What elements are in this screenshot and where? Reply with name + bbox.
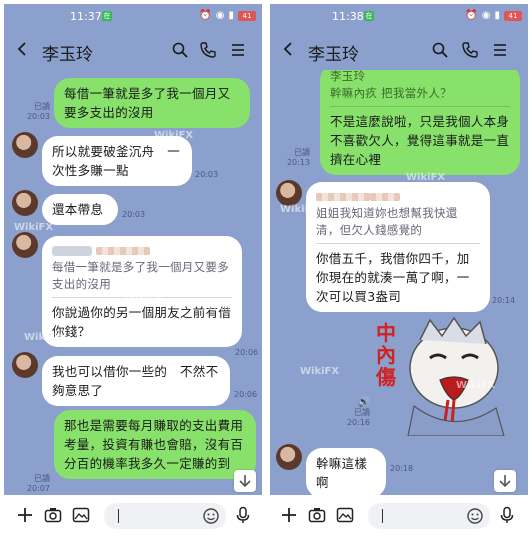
message-incoming-reply[interactable]: 姐姐我知道妳也想幫我快還清，但欠人錢感覺的 你借五千，我借你四千，加你現在的就湊…: [306, 182, 490, 312]
emoji-icon[interactable]: [202, 507, 220, 525]
search-icon[interactable]: [432, 42, 448, 58]
alarm-icon: ⏰: [465, 10, 478, 21]
message-input-bar: [4, 495, 262, 537]
watermark: WikiFX: [456, 380, 496, 391]
status-badge: 在: [102, 11, 112, 21]
image-icon[interactable]: [72, 506, 90, 524]
contact-name: 李玉玲: [308, 45, 359, 65]
avatar[interactable]: [276, 180, 302, 206]
scroll-down-button[interactable]: [234, 470, 256, 492]
alarm-icon: ⏰: [199, 10, 212, 21]
signal-icon: ▮: [228, 10, 234, 21]
status-bar: 11:37 在 ⏰ ◉ ▮ 41: [4, 4, 262, 30]
message-incoming[interactable]: 所以就要破釜沉舟 一次性多賺一點: [42, 136, 192, 186]
message-outgoing-reply[interactable]: 李玉玲 幹嘛內疚 把我當外人？ 不是這麼說啦，只是我個人本身不喜歡欠人，覺得這事就…: [320, 70, 520, 175]
status-badge: 在: [364, 11, 374, 21]
message-input[interactable]: [368, 503, 490, 529]
mic-icon[interactable]: [234, 506, 252, 524]
back-icon[interactable]: [282, 42, 296, 56]
chat-header: 李玉玲: [4, 30, 262, 70]
message-incoming[interactable]: 我也可以借你一些的 不然不夠意思了: [42, 356, 230, 406]
message-text: 你借五千，我借你四千，加你現在的就湊一萬了啊，一次可以買3盎司: [316, 251, 470, 304]
chat-screen-left: 11:37 在 ⏰ ◉ ▮ 41 李玉玲 已讀 20:03 每借一筆就是多了我一個…: [4, 4, 262, 537]
reply-quote: 每借一筆就是多了我一個月又要多支出的沒用: [52, 242, 232, 293]
sticker-image[interactable]: 中內傷: [364, 316, 514, 437]
message-time: 20:18: [390, 464, 414, 473]
message-outgoing[interactable]: 那也是需要每月賺取的支出費用考量，投資有賺也會賠，沒有百分百的機率我多久一定賺的…: [54, 410, 256, 479]
avatar[interactable]: [12, 232, 38, 258]
reply-divider: [316, 243, 480, 244]
message-input-bar: [270, 495, 528, 537]
status-indicators: ⏰ ◉ ▮ 41: [199, 10, 256, 21]
watermark: WikiFX: [14, 222, 54, 233]
message-incoming[interactable]: 幹嘛這樣啊: [306, 448, 386, 498]
watermark: WikiFX: [406, 172, 446, 183]
menu-icon[interactable]: [230, 42, 246, 58]
scroll-down-button[interactable]: [494, 470, 516, 492]
mic-icon[interactable]: [498, 506, 516, 524]
text-cursor: [382, 509, 383, 523]
message-time: 20:06: [235, 348, 259, 357]
sticker-text: 中內傷: [376, 321, 396, 389]
avatar[interactable]: [12, 132, 38, 158]
plus-icon[interactable]: [280, 506, 298, 524]
watermark: WikiFX: [202, 302, 242, 313]
scroll-down-icon: [239, 475, 251, 488]
avatar[interactable]: [12, 190, 38, 216]
search-icon[interactable]: [172, 42, 188, 58]
read-receipt: 已讀 20:07: [26, 474, 50, 493]
watermark: WikiFX: [280, 204, 320, 215]
watermark: WikiFX: [124, 292, 164, 303]
read-receipt: 已讀 20:13: [286, 148, 310, 167]
camera-icon[interactable]: [308, 506, 326, 524]
emoji-icon[interactable]: [466, 507, 484, 525]
watermark: WikiFX: [154, 130, 194, 141]
volume-icon: 🔊: [357, 397, 370, 408]
chat-header: 李玉玲: [270, 30, 528, 70]
image-icon[interactable]: [336, 506, 354, 524]
message-time: 20:14: [492, 296, 516, 305]
message-incoming[interactable]: 還本帶息: [42, 194, 118, 225]
battery-icon: 41: [504, 10, 522, 21]
watermark: WikiFX: [300, 366, 340, 377]
message-text: 不是這麼說啦，只是我個人本身不喜歡欠人，覺得這事就是一直擠在心裡: [330, 114, 510, 167]
message-time: 20:03: [195, 170, 219, 179]
avatar[interactable]: [12, 352, 38, 378]
contact-name: 李玉玲: [42, 45, 93, 65]
message-outgoing[interactable]: 每借一筆就是多了我一個月又要多支出的沒用: [54, 78, 250, 128]
message-list[interactable]: 李玉玲 幹嘛內疚 把我當外人？ 不是這麼說啦，只是我個人本身不喜歡欠人，覺得這事就…: [270, 70, 528, 500]
wifi-icon: ◉: [215, 10, 225, 21]
phone-icon[interactable]: [462, 42, 478, 58]
wifi-icon: ◉: [481, 10, 491, 21]
redacted-name: [95, 246, 150, 255]
status-time: 11:37: [70, 10, 102, 23]
back-icon[interactable]: [16, 42, 30, 56]
voice-meta: 🔊 已讀 20:16: [344, 398, 370, 428]
redacted-name: [52, 245, 92, 256]
scroll-down-icon: [499, 475, 511, 488]
status-time: 11:38: [332, 10, 364, 23]
redacted-name: [370, 192, 400, 201]
chat-screen-right: 11:38 在 ⏰ ◉ ▮ 41 李玉玲 李玉玲 幹嘛內疚 把我當外人？ 不是這麼…: [270, 4, 528, 537]
signal-icon: ▮: [494, 10, 500, 21]
text-cursor: [118, 509, 119, 523]
avatar[interactable]: [276, 444, 302, 470]
message-list[interactable]: 已讀 20:03 每借一筆就是多了我一個月又要多支出的沒用 所以就要破釜沉舟 一次…: [4, 70, 262, 500]
battery-icon: 41: [238, 10, 256, 21]
reply-quote: 李玉玲 幹嘛內疚 把我當外人？: [330, 70, 452, 100]
read-receipt: 已讀 20:03: [26, 102, 50, 121]
message-time: 20:06: [234, 390, 258, 399]
plus-icon[interactable]: [16, 506, 34, 524]
menu-icon[interactable]: [492, 42, 508, 58]
reply-quote: 姐姐我知道妳也想幫我快還清，但欠人錢感覺的: [316, 188, 480, 239]
status-indicators: ⏰ ◉ ▮ 41: [465, 10, 522, 21]
redacted-name: [316, 192, 370, 201]
message-input[interactable]: [104, 503, 226, 529]
watermark: WikiFX: [24, 332, 64, 343]
message-time: 20:03: [122, 210, 146, 219]
status-bar: 11:38 在 ⏰ ◉ ▮ 41: [270, 4, 528, 30]
camera-icon[interactable]: [44, 506, 62, 524]
reply-divider: [330, 106, 510, 107]
phone-icon[interactable]: [200, 42, 216, 58]
